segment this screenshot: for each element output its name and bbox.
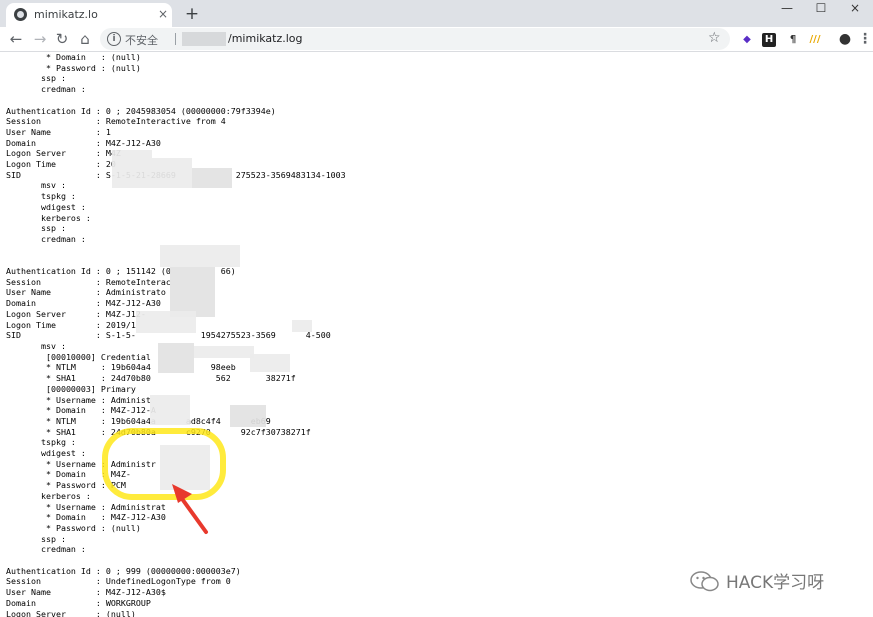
arrow-shaft: [178, 494, 208, 534]
watermark: HACK学习呀: [682, 568, 852, 593]
annotation-arrow: [172, 484, 208, 534]
watermark-text: HACK学习呀: [726, 573, 825, 593]
wechat-icon: [690, 571, 719, 592]
arrow-head: [172, 484, 192, 503]
